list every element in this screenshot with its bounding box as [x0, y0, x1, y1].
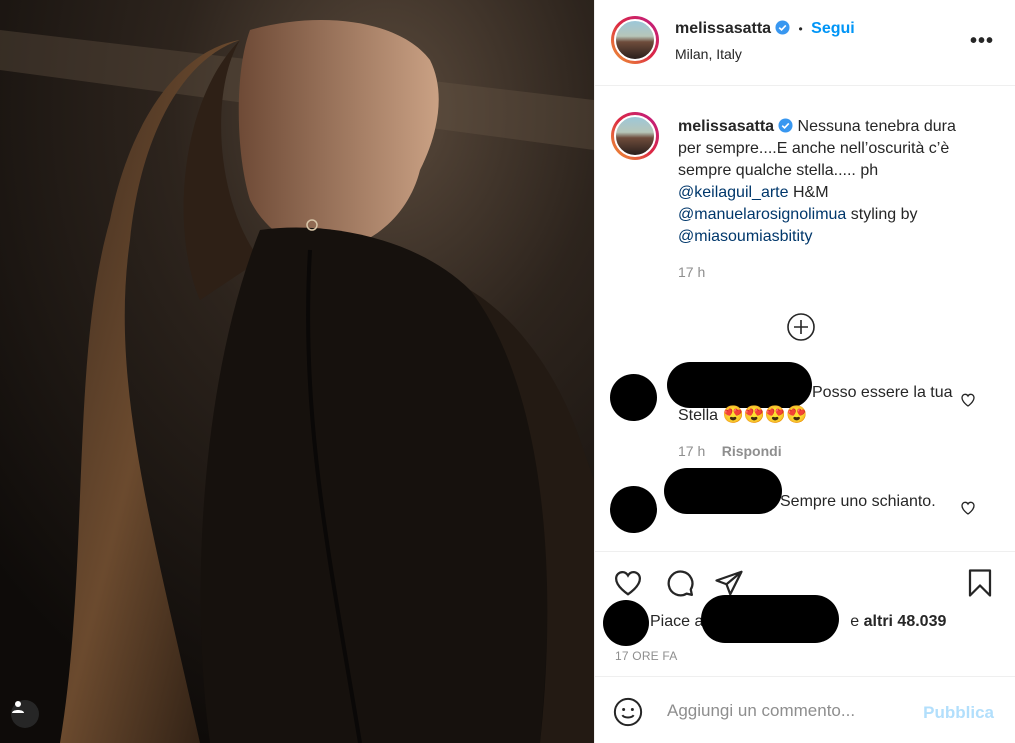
verified-badge-icon: [778, 118, 793, 133]
caption-text-3: styling by: [850, 206, 918, 223]
emoji-smiley-icon[interactable]: [613, 697, 643, 727]
comment-time[interactable]: 17 h: [678, 443, 705, 459]
like-comment-heart-icon[interactable]: [960, 392, 976, 408]
comment-input[interactable]: [665, 697, 919, 725]
like-heart-icon[interactable]: [613, 568, 643, 598]
mention-link[interactable]: @keilaguil_arte: [678, 184, 789, 201]
comment-body: Sempre uno schianto.: [678, 491, 968, 513]
author-username[interactable]: melissasatta: [675, 20, 771, 37]
post-header: melissasatta • Segui Milan, Italy •••: [595, 0, 1015, 86]
post-photo[interactable]: [0, 0, 594, 743]
caption-text-2: H&M: [792, 184, 829, 201]
verified-badge-icon: [775, 20, 790, 35]
share-paper-plane-icon[interactable]: [714, 568, 744, 598]
caption-avatar[interactable]: [611, 112, 659, 160]
post-side-panel: melissasatta • Segui Milan, Italy ••• me…: [594, 0, 1015, 743]
comment-text: Sempre uno schianto.: [780, 493, 936, 510]
tagged-users-button[interactable]: [11, 700, 39, 728]
like-comment-heart-icon[interactable]: [960, 500, 976, 516]
follow-button[interactable]: Segui: [811, 20, 855, 37]
comment-emojis: 😍😍😍😍: [722, 405, 808, 424]
likes-count-link[interactable]: altri 48.039: [864, 613, 947, 630]
comment-bubble-icon[interactable]: [665, 568, 695, 598]
mention-link[interactable]: @miasoumiasbitity: [678, 228, 813, 245]
commenter-avatar[interactable]: [610, 486, 657, 533]
person-icon: [12, 701, 24, 713]
photo-illustration: [0, 0, 594, 743]
comment-composer: Pubblica: [595, 676, 1015, 743]
header-separator: •: [798, 22, 803, 36]
redacted-liker-username: [701, 595, 839, 643]
likes-prefix: Piace a: [650, 613, 704, 630]
post-location[interactable]: Milan, Italy: [675, 46, 742, 62]
reply-button[interactable]: Rispondi: [722, 443, 782, 459]
author-avatar[interactable]: [611, 16, 659, 64]
publish-button[interactable]: Pubblica: [923, 703, 994, 723]
comment-body: Posso essere la tua Stella 😍😍😍😍: [678, 382, 968, 427]
commenter-avatar[interactable]: [610, 374, 657, 421]
caption-time[interactable]: 17 h: [678, 264, 705, 280]
liker-avatar[interactable]: [603, 600, 649, 646]
post-timestamp[interactable]: 17 ore fa: [615, 649, 678, 663]
post-actions: Piace a e altri 48.039 17 ore fa: [595, 551, 1015, 676]
likes-connector: e: [850, 613, 860, 630]
load-more-comments-icon[interactable]: [787, 313, 815, 341]
comment-text: Posso essere la tua Stella: [678, 384, 953, 424]
caption-username[interactable]: melissasatta: [678, 118, 774, 135]
save-bookmark-icon[interactable]: [965, 568, 995, 598]
post-caption: melissasatta Nessuna tenebra dura per se…: [678, 116, 978, 248]
more-options-button[interactable]: •••: [970, 30, 994, 53]
mention-link[interactable]: @manuelarosignolimua: [678, 206, 846, 223]
